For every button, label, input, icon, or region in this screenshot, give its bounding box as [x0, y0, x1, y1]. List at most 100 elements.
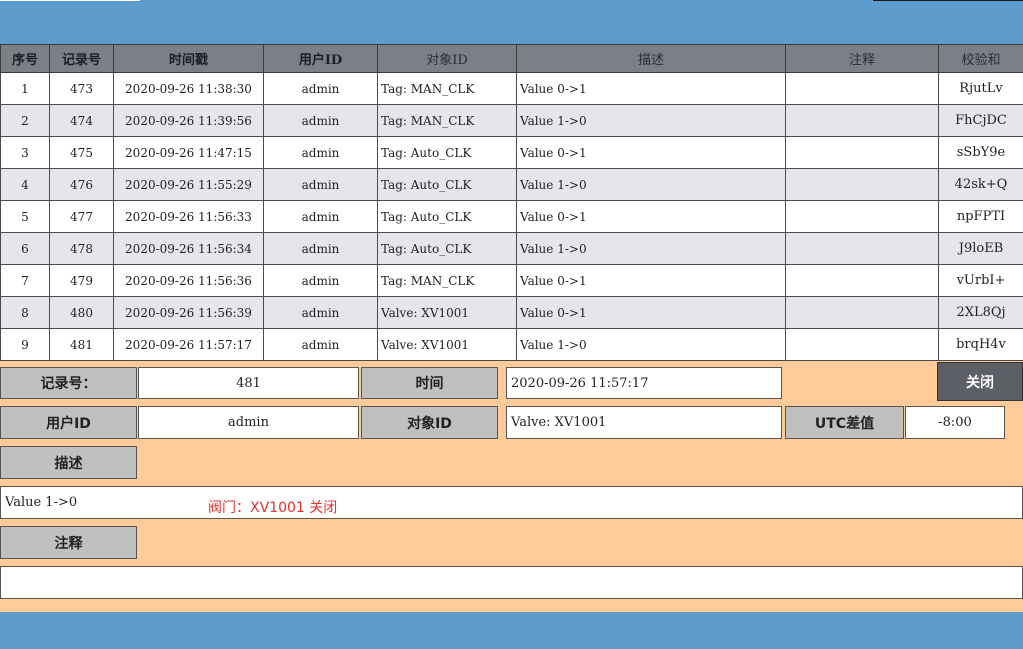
col-header-user[interactable]: 用户ID [263, 44, 378, 73]
top-bar [0, 0, 1023, 44]
col-header-description[interactable]: 描述 [516, 44, 786, 73]
table-row[interactable]: 7 479 2020-09-26 11:56:36 admin Tag: MAN… [0, 264, 1023, 297]
cell-note [785, 296, 939, 329]
cell-note [785, 72, 939, 105]
table-row[interactable]: 5 477 2020-09-26 11:56:33 admin Tag: Aut… [0, 200, 1023, 233]
cell-record: 475 [49, 136, 114, 169]
col-header-timestamp[interactable]: 时间戳 [113, 44, 264, 73]
cell-user: admin [263, 264, 378, 297]
col-header-checksum[interactable]: 校验和 [938, 44, 1023, 73]
cell-user: admin [263, 168, 378, 201]
cell-seq: 1 [0, 72, 50, 105]
utc-offset-field[interactable]: -8:00 [905, 406, 1005, 439]
cell-checksum: RjutLv [938, 72, 1023, 105]
cell-checksum: npFPTI [938, 200, 1023, 233]
cell-timestamp: 2020-09-26 11:55:29 [113, 168, 264, 201]
cell-timestamp: 2020-09-26 11:38:30 [113, 72, 264, 105]
table-row[interactable]: 4 476 2020-09-26 11:55:29 admin Tag: Aut… [0, 168, 1023, 201]
cell-user: admin [263, 232, 378, 265]
cell-timestamp: 2020-09-26 11:56:39 [113, 296, 264, 329]
note-field[interactable] [0, 566, 1023, 599]
utc-offset-label: UTC差值 [785, 406, 904, 439]
cell-checksum: brqH4v [938, 328, 1023, 361]
top-edge-dark [873, 0, 1023, 1]
cell-description: Value 0->1 [516, 136, 786, 169]
cell-note [785, 328, 939, 361]
table-row[interactable]: 1 473 2020-09-26 11:38:30 admin Tag: MAN… [0, 72, 1023, 105]
cell-timestamp: 2020-09-26 11:39:56 [113, 104, 264, 137]
cell-description: Value 1->0 [516, 168, 786, 201]
user-id-field[interactable]: admin [138, 406, 359, 439]
table-row[interactable]: 3 475 2020-09-26 11:47:15 admin Tag: Aut… [0, 136, 1023, 169]
cell-note [785, 200, 939, 233]
cell-object: Tag: MAN_CLK [377, 72, 517, 105]
cell-note [785, 264, 939, 297]
table-row[interactable]: 2 474 2020-09-26 11:39:56 admin Tag: MAN… [0, 104, 1023, 137]
description-field[interactable]: Value 1->0 [0, 486, 1023, 519]
cell-record: 474 [49, 104, 114, 137]
cell-checksum: vUrbI+ [938, 264, 1023, 297]
cell-object: Valve: XV1001 [377, 296, 517, 329]
table-row[interactable]: 8 480 2020-09-26 11:56:39 admin Valve: X… [0, 296, 1023, 329]
cell-seq: 4 [0, 168, 50, 201]
cell-checksum: FhCjDC [938, 104, 1023, 137]
record-number-label: 记录号： [0, 367, 137, 399]
note-label: 注释 [0, 526, 137, 559]
cell-seq: 2 [0, 104, 50, 137]
cell-seq: 5 [0, 200, 50, 233]
cell-description: Value 1->0 [516, 104, 786, 137]
cell-note [785, 104, 939, 137]
description-annotation: 阀门：XV1001 关闭 [208, 500, 338, 516]
cell-object: Tag: MAN_CLK [377, 104, 517, 137]
table-row[interactable]: 6 478 2020-09-26 11:56:34 admin Tag: Aut… [0, 232, 1023, 265]
cell-record: 477 [49, 200, 114, 233]
col-header-record[interactable]: 记录号 [49, 44, 114, 73]
object-id-field[interactable]: Valve: XV1001 [506, 406, 782, 439]
cell-user: admin [263, 104, 378, 137]
close-button[interactable]: 关闭 [937, 362, 1023, 401]
user-id-label: 用户ID [0, 406, 137, 439]
description-label: 描述 [0, 446, 137, 479]
cell-description: Value 0->1 [516, 200, 786, 233]
col-header-seq[interactable]: 序号 [0, 44, 50, 73]
cell-object: Tag: MAN_CLK [377, 264, 517, 297]
time-label: 时间 [361, 367, 498, 399]
cell-description: Value 0->1 [516, 296, 786, 329]
record-number-field[interactable]: 481 [138, 367, 359, 399]
cell-seq: 7 [0, 264, 50, 297]
col-header-object[interactable]: 对象ID [377, 44, 517, 73]
cell-object: Tag: Auto_CLK [377, 232, 517, 265]
table-header-row: 序号 记录号 时间戳 用户ID 对象ID 描述 注释 校验和 [0, 44, 1023, 73]
cell-checksum: sSbY9e [938, 136, 1023, 169]
cell-description: Value 0->1 [516, 264, 786, 297]
cell-record: 479 [49, 264, 114, 297]
cell-timestamp: 2020-09-26 11:56:36 [113, 264, 264, 297]
cell-note [785, 168, 939, 201]
cell-user: admin [263, 136, 378, 169]
cell-seq: 6 [0, 232, 50, 265]
cell-description: Value 1->0 [516, 232, 786, 265]
cell-seq: 8 [0, 296, 50, 329]
cell-timestamp: 2020-09-26 11:56:33 [113, 200, 264, 233]
cell-timestamp: 2020-09-26 11:57:17 [113, 328, 264, 361]
cell-record: 473 [49, 72, 114, 105]
cell-user: admin [263, 296, 378, 329]
audit-log-table: 序号 记录号 时间戳 用户ID 对象ID 描述 注释 校验和 1 473 202… [0, 44, 1023, 361]
cell-record: 481 [49, 328, 114, 361]
cell-checksum: J9loEB [938, 232, 1023, 265]
cell-user: admin [263, 72, 378, 105]
col-header-note[interactable]: 注释 [785, 44, 939, 73]
cell-seq: 3 [0, 136, 50, 169]
bottom-bar [0, 612, 1023, 649]
table-row[interactable]: 9 481 2020-09-26 11:57:17 admin Valve: X… [0, 328, 1023, 361]
object-id-label: 对象ID [361, 406, 498, 439]
cell-checksum: 2XL8Qj [938, 296, 1023, 329]
cell-seq: 9 [0, 328, 50, 361]
cell-note [785, 136, 939, 169]
cell-object: Tag: Auto_CLK [377, 168, 517, 201]
time-field[interactable]: 2020-09-26 11:57:17 [506, 367, 782, 399]
cell-user: admin [263, 200, 378, 233]
cell-user: admin [263, 328, 378, 361]
cell-record: 478 [49, 232, 114, 265]
top-edge-light [0, 0, 140, 1]
